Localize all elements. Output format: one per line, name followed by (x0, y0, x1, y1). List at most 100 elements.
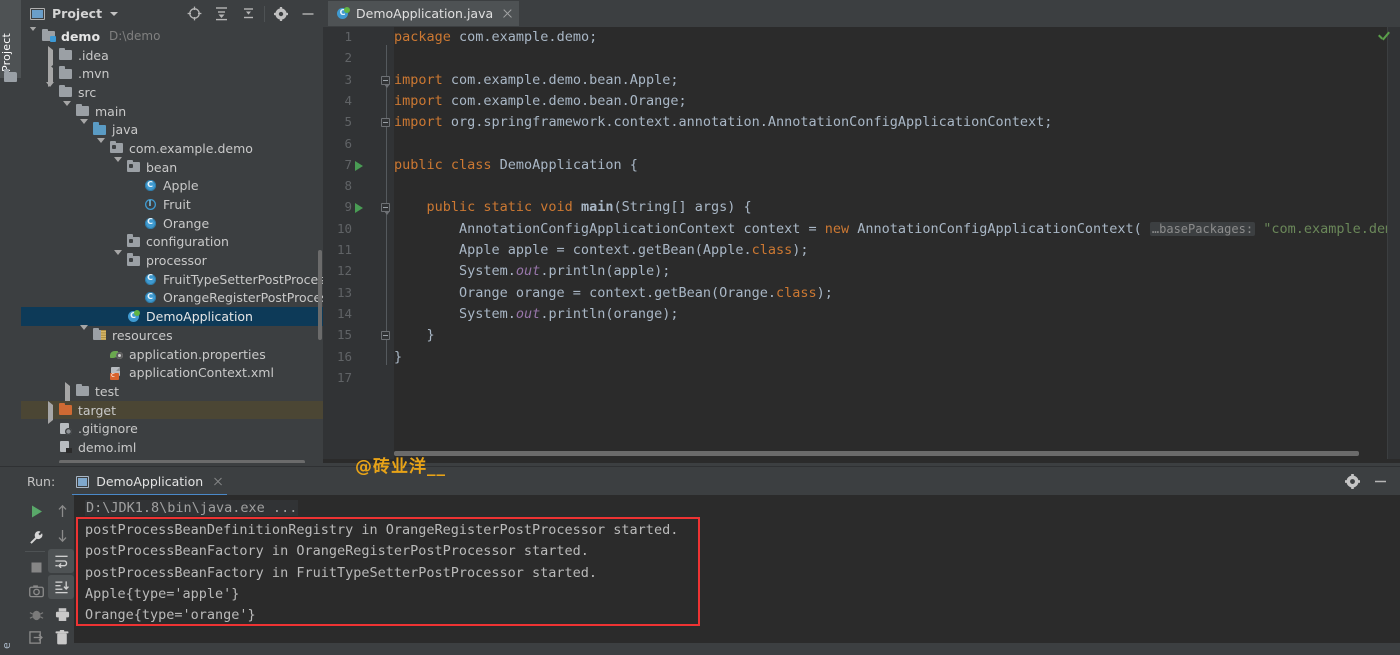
soft-wrap-button[interactable] (48, 549, 74, 573)
line-number: 5 (344, 114, 352, 129)
code-text[interactable]: package com.example.demo; import com.exa… (394, 27, 1400, 459)
code-viewport[interactable]: 1234567891011121314151617 package com.ex… (323, 27, 1400, 459)
edit-configuration-button[interactable] (23, 525, 49, 549)
tree-item-fruittypesetterpostprocessor[interactable]: CFruitTypeSetterPostProcessor (21, 270, 323, 289)
editor-gutter[interactable]: 1234567891011121314151617 (323, 27, 380, 459)
chevron-down-icon[interactable] (113, 255, 124, 266)
project-panel-title: Project (52, 6, 102, 21)
chevron-down-icon[interactable] (113, 162, 124, 173)
screenshot-button[interactable] (23, 579, 49, 603)
fold-marker[interactable] (381, 76, 390, 85)
run-tab-demoapplication[interactable]: DemoApplication (72, 468, 227, 496)
tree-item-application-properties[interactable]: application.properties (21, 345, 323, 364)
run-gutter-icon[interactable] (355, 203, 363, 213)
collapse-all-icon[interactable] (235, 1, 262, 27)
chevron-down-icon[interactable] (96, 143, 107, 154)
chevron-right-icon[interactable] (62, 386, 73, 397)
project-panel-toolbar (181, 1, 323, 27)
project-tree[interactable]: demoD:\demo.idea.mvn srcmainjavacom.examp… (21, 27, 323, 459)
run-tab-label: DemoApplication (96, 474, 203, 489)
editor-area: C DemoApplication.java 12345678910111213… (323, 0, 1400, 466)
java-class-icon: C (143, 216, 158, 230)
java-class-icon: C (143, 291, 158, 305)
settings-gear-icon[interactable] (1338, 468, 1366, 495)
fold-marker[interactable] (381, 203, 390, 212)
line-number: 13 (337, 285, 352, 300)
rerun-button[interactable] (23, 499, 49, 523)
tree-item-java[interactable]: java (21, 120, 323, 139)
stop-button[interactable] (23, 555, 49, 579)
tree-item-orangeregisterpostprocessor[interactable]: C OrangeRegisterPostProcessor (21, 289, 323, 308)
scroll-up-button[interactable] (49, 499, 75, 523)
run-panel-header: Run: DemoApplication (0, 466, 1400, 496)
project-tree-vertical-scrollbar[interactable] (318, 250, 322, 340)
tree-item-applicationcontext-xml[interactable]: applicationContext.xml (21, 363, 323, 382)
close-icon[interactable] (213, 477, 223, 487)
chevron-right-icon[interactable] (45, 50, 56, 61)
java-runnable-class-icon: C (336, 7, 349, 20)
tree-item--gitignore[interactable]: .gitignore (21, 419, 323, 438)
chevron-right-icon[interactable] (45, 405, 56, 416)
chevron-down-icon[interactable] (28, 31, 39, 42)
tree-item--mvn[interactable]: .mvn (21, 64, 323, 83)
tree-item-demo-iml[interactable]: demo.iml (21, 438, 323, 457)
tree-item-demo[interactable]: demoD:\demo (21, 27, 323, 46)
chevron-down-icon[interactable] (45, 87, 56, 98)
inspection-ok-icon[interactable] (1377, 31, 1390, 43)
debug-dump-button[interactable] (23, 602, 49, 626)
tree-item--idea[interactable]: .idea (21, 46, 323, 65)
tree-item-label: resources (112, 328, 173, 343)
tree-item-demoapplication[interactable]: CDemoApplication (21, 307, 323, 326)
editor-horizontal-scrollbar[interactable] (394, 451, 1374, 456)
tree-item-resources[interactable]: resources (21, 326, 323, 345)
java-class-icon: C (143, 179, 158, 193)
hide-panel-icon[interactable] (294, 1, 321, 27)
fold-marker[interactable] (381, 331, 390, 340)
tree-item-apple[interactable]: CApple (21, 177, 323, 196)
line-number: 6 (344, 136, 352, 151)
chevron-down-icon[interactable] (79, 124, 90, 135)
expand-all-icon[interactable] (208, 1, 235, 27)
scroll-down-button[interactable] (49, 523, 75, 547)
tree-item-target[interactable]: target (21, 401, 323, 420)
chevron-down-icon[interactable] (79, 330, 90, 341)
console-line: Orange{type='orange'} (85, 607, 256, 623)
close-icon[interactable] (502, 8, 513, 19)
line-number: 7 (344, 157, 352, 172)
tree-item-main[interactable]: main (21, 102, 323, 121)
print-button[interactable] (49, 602, 75, 626)
console-command-line: D:\JDK1.8\bin\java.exe ... (85, 500, 298, 516)
run-gutter-icon[interactable] (355, 161, 363, 171)
tree-item-label: OrangeRegisterPostProcessor (163, 290, 323, 305)
locate-icon[interactable] (181, 1, 208, 27)
export-button[interactable] (23, 625, 49, 649)
tree-item-processor[interactable]: processor (21, 251, 323, 270)
editor-tab-demoapplication[interactable]: C DemoApplication.java (328, 1, 519, 26)
chevron-down-icon[interactable] (62, 106, 73, 117)
code-line: Apple apple = context.getBean(Apple.clas… (394, 242, 809, 258)
tree-item-src[interactable]: src (21, 83, 323, 102)
sidebar-item-project[interactable]: Project (0, 0, 21, 78)
watermark-text: @砖业洋__ (355, 452, 446, 477)
fold-marker[interactable] (381, 118, 390, 127)
scroll-to-end-button[interactable] (48, 575, 74, 599)
tree-item-configuration[interactable]: configuration (21, 233, 323, 252)
left-strip-label-project: Project (0, 33, 13, 72)
resources-folder-icon (92, 328, 107, 342)
chevron-right-icon[interactable] (45, 68, 56, 79)
tree-item-label: .mvn (78, 66, 109, 81)
editor-fold-column[interactable] (380, 27, 394, 459)
console-output[interactable]: D:\JDK1.8\bin\java.exe ... postProcessBe… (74, 495, 1400, 643)
tree-item-com-example-demo[interactable]: com.example.demo (21, 139, 323, 158)
tree-item-orange[interactable]: COrange (21, 214, 323, 233)
tree-item-bean[interactable]: bean (21, 158, 323, 177)
java-runnable-class-icon: C (126, 310, 141, 324)
chevron-down-icon[interactable] (110, 12, 118, 16)
settings-gear-icon[interactable] (267, 1, 294, 27)
tree-item-fruit[interactable]: IFruit (21, 195, 323, 214)
hide-panel-icon[interactable] (1366, 468, 1394, 495)
editor-marker-column[interactable] (1387, 27, 1400, 459)
clear-all-button[interactable] (49, 625, 75, 649)
code-line: System.out.println(apple); (394, 263, 670, 279)
tree-item-test[interactable]: test (21, 382, 323, 401)
